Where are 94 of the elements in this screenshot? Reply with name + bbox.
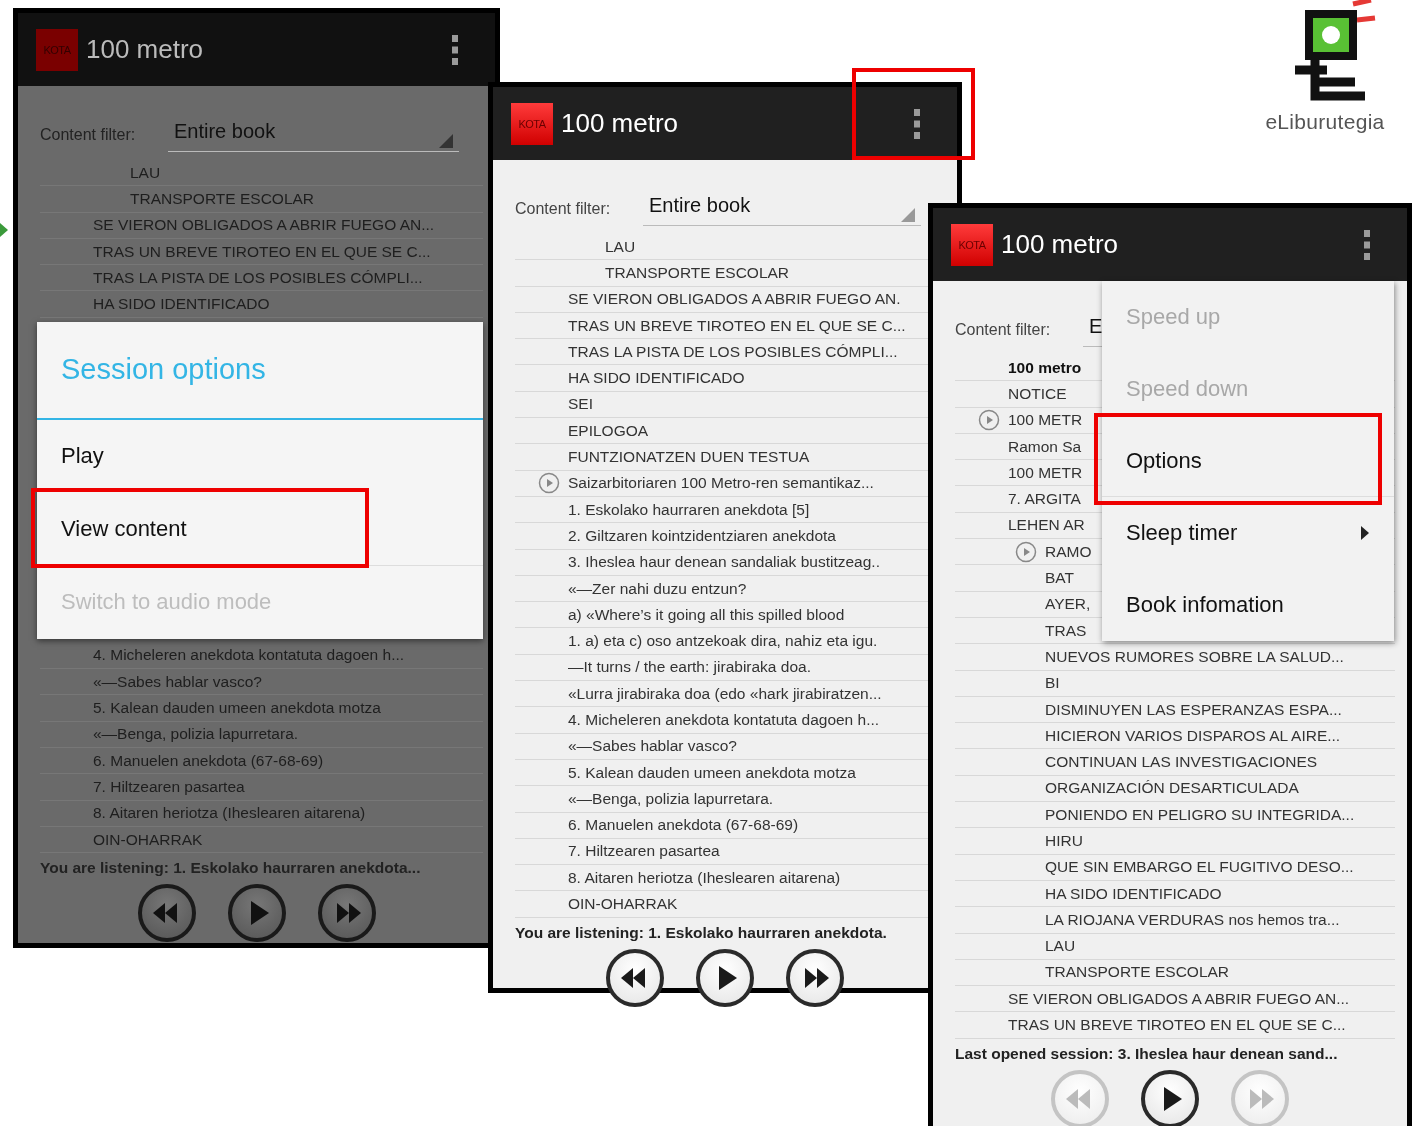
toc-entry[interactable]: CONTINUAN LAS INVESTIGACIONES [1045, 753, 1318, 772]
toc-entry[interactable]: a) «Where’s it going all this spilled blood [568, 605, 845, 624]
toc-entry[interactable]: «—Sabes hablar vasco? [568, 737, 737, 756]
status-text: You are listening: 1. Eskolako haurraren anekdota. [515, 923, 888, 942]
toc-entry[interactable]: FUNTZIONATZEN DUEN TESTUA [568, 448, 810, 466]
toc-entry[interactable]: TRAS UN BREVE TIROTEO EN EL QUE SE C... [1008, 1016, 1346, 1035]
rewind-icon [136, 883, 197, 944]
rewind-icon [605, 947, 665, 1008]
toc-entry[interactable]: OIN-OHARRAK [568, 895, 678, 914]
toc-entry[interactable]: LAU [605, 237, 636, 256]
play-button[interactable] [695, 947, 755, 1008]
toc-entry[interactable]: 100 METR [1008, 463, 1083, 482]
toc-entry[interactable]: TRANSPORTE ESCOLAR [1045, 963, 1230, 982]
fast-forward-icon [1230, 1068, 1290, 1126]
play-circle-icon [978, 409, 1000, 432]
play-circle-icon [538, 472, 560, 495]
toc-entry[interactable]: BI [1045, 674, 1060, 693]
menu-item[interactable]: Options [1102, 425, 1394, 497]
fast-forward-button[interactable] [785, 947, 845, 1008]
rewind-button[interactable] [605, 947, 665, 1008]
play-icon [695, 947, 755, 1008]
toc-entry[interactable]: 100 metro [1008, 358, 1082, 377]
toc-entry[interactable]: «—Benga, polizia lapurretara. [568, 789, 774, 808]
fast-forward-icon [316, 883, 377, 944]
toc-entry[interactable]: DISMINUYEN LAS ESPERANZAS ESPA... [1045, 700, 1342, 719]
toc-entry[interactable]: HA SIDO IDENTIFICADO [1045, 884, 1222, 903]
toc-entry[interactable]: NUEVOS RUMORES SOBRE LA SALUD... [1045, 647, 1344, 666]
toc-entry[interactable]: Saizarbitoriaren 100 Metro-ren semantikaz... [568, 474, 874, 493]
status-text: You are listening: 1. Eskolako haurraren anekdota... [40, 859, 422, 878]
more-vertical-icon [913, 107, 921, 140]
toc-entry[interactable]: 6. Manuelen anekdota (67-68-69) [568, 816, 799, 835]
app-icon: KOTA [951, 223, 993, 266]
toc-entry[interactable]: 8. Aitaren heriotza (Iheslearen aitarena) [568, 868, 841, 887]
toc-entry[interactable]: 3. Iheslea haur denean sandaliak bustitzeag.. [568, 553, 880, 572]
dialog-title: Session options [37, 321, 483, 420]
toc-entry[interactable]: 1. Eskolako haurraren anekdota [5] [568, 500, 810, 519]
toc-entry[interactable]: 7. ARGITA [1008, 490, 1081, 509]
toc-entry[interactable]: TRAS LA PISTA DE LOS POSIBLES CÓMPLI... [568, 342, 898, 361]
app-title: 100 metro [86, 34, 205, 65]
toc-entry[interactable]: 1. a) eta c) oso antzekoak dira, nahiz eta igu. [568, 632, 878, 651]
toc-entry[interactable]: SE VIERON OBLIGADOS A ABRIR FUEGO AN... [1008, 989, 1350, 1008]
app-icon: KOTA [36, 28, 78, 71]
toc-entry[interactable]: NOTICE [1008, 384, 1067, 403]
play-icon [226, 883, 287, 944]
app-title: 100 metro [1001, 229, 1120, 260]
toc-entry[interactable]: TRAS [1045, 621, 1087, 640]
play-circle-icon [1015, 540, 1037, 563]
logo-text: eLiburutegia [1265, 110, 1385, 134]
toc-entry[interactable]: «—Zer nahi duzu entzun? [568, 579, 747, 598]
arrow-icon [0, 223, 8, 237]
toc-entry[interactable]: 4. Micheleren anekdota kontatuta dagoen h... [568, 711, 880, 729]
toc-entry[interactable]: HA SIDO IDENTIFICADO [568, 369, 745, 388]
toc-entry[interactable]: TRAS UN BREVE TIROTEO EN EL QUE SE C... [568, 316, 906, 335]
toc-entry[interactable]: TRANSPORTE ESCOLAR [605, 263, 790, 282]
menu-item[interactable]: Sleep timer [1102, 497, 1394, 569]
filter-label: Content filter: [515, 200, 612, 219]
toc-entry[interactable]: SE VIERON OBLIGADOS A ABRIR FUEGO AN. [568, 290, 901, 309]
toc-entry[interactable]: HICIERON VARIOS DISPAROS AL AIRE... [1045, 726, 1341, 745]
toc-entry[interactable]: LAU [1045, 937, 1076, 956]
toc-entry[interactable]: Ramon Sa [1008, 437, 1082, 456]
fast-forward-icon [785, 947, 845, 1008]
toc-entry[interactable]: LA RIOJANA VERDURAS nos hemos tra... [1045, 910, 1340, 929]
dropdown-corner-icon [439, 134, 453, 148]
app-icon: KOTA [511, 102, 553, 145]
toc-entry[interactable]: «Lurra jirabiraka doa (edo «hark jirabiratzen... [568, 684, 882, 703]
more-vertical-icon [1363, 228, 1371, 261]
menu-item[interactable]: Book infomation [1102, 569, 1394, 641]
play-button[interactable] [1140, 1068, 1200, 1126]
toc-entry[interactable]: BAT [1045, 569, 1074, 587]
more-vertical-icon [451, 33, 459, 66]
toc-entry[interactable]: HIRU [1045, 832, 1083, 850]
filter-dropdown[interactable]: Entire book [643, 190, 921, 226]
status-text: Last opened session: 3. Iheslea haur denean sand... [955, 1044, 1339, 1063]
app-title: 100 metro [561, 108, 680, 139]
dropdown-corner-icon [901, 208, 915, 222]
toc-entry[interactable]: RAMO [1045, 542, 1092, 561]
dialog-option[interactable]: View content [37, 492, 483, 566]
toc-entry[interactable]: ORGANIZACIÓN DESARTICULADA [1045, 779, 1299, 798]
filter-label: Content filter: [40, 126, 137, 145]
toc-entry[interactable]: LEHEN AR [1008, 516, 1085, 535]
toc-entry[interactable]: PONIENDO EN PELIGRO SU INTEGRIDA... [1045, 805, 1355, 824]
dialog-option[interactable]: Play [37, 419, 483, 493]
toc-entry[interactable]: 7. Hiltzearen pasartea [568, 842, 720, 861]
rewind-icon [1050, 1068, 1110, 1126]
toc-entry[interactable]: AYER, [1045, 595, 1091, 614]
toc-entry[interactable]: 2. Giltzaren kointzidentziaren anekdota [568, 526, 836, 545]
toc-entry[interactable]: SEI [568, 395, 593, 414]
play-icon [1140, 1068, 1200, 1126]
toc-entry[interactable]: 5. Kalean dauden umeen anekdota motza [568, 763, 856, 782]
toc-entry[interactable]: 100 METR [1008, 411, 1083, 430]
toc-entry[interactable]: QUE SIN EMBARGO EL FUGITIVO DESO... [1045, 858, 1354, 877]
toc-entry[interactable]: EPILOGOA [568, 421, 649, 440]
toc-entry[interactable]: —It turns / the earth: jirabiraka doa. [568, 658, 811, 677]
filter-label: Content filter: [955, 321, 1052, 340]
